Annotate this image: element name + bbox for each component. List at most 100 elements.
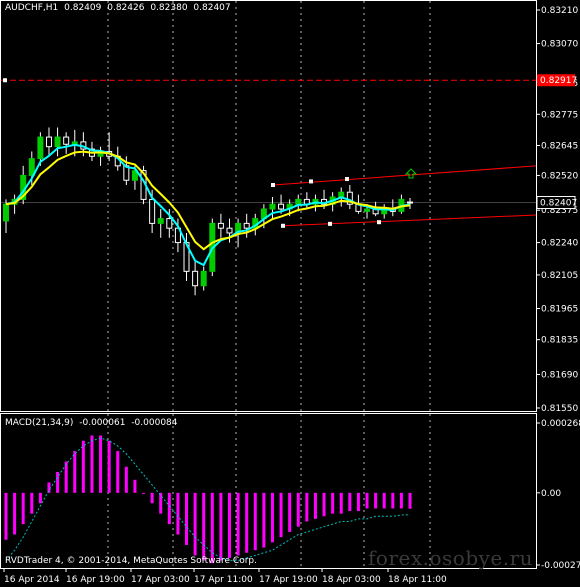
macd-bar	[64, 461, 68, 493]
macd-name: MACD(21,34,9)	[5, 418, 74, 428]
channel-point	[328, 221, 332, 226]
macd-bar	[305, 492, 309, 522]
macd-bar	[253, 492, 257, 551]
macd-bar	[391, 492, 395, 509]
price-axis: 0.832100.830700.829050.827750.826450.825…	[536, 6, 578, 414]
macd-bar	[167, 492, 171, 525]
macd-bar	[21, 492, 25, 525]
copyright-text: RVDTrader 4, © 2001-2014, MetaQuotes Sof…	[5, 556, 257, 566]
macd-bar	[30, 492, 34, 514]
macd-bar	[176, 492, 180, 535]
macd-bar	[142, 492, 146, 494]
watermark: forex.osobye.ru	[368, 546, 534, 570]
macd-bar	[133, 479, 137, 493]
channel-point	[281, 223, 285, 228]
time-axis: 16 Apr 2014 16 Apr 19:00 17 Apr 03:00 17 Ap…	[3, 568, 447, 585]
main-chart-frame	[0, 0, 537, 412]
open-value: 0.82409	[64, 3, 102, 13]
level-price-label: 0.82917	[540, 76, 577, 86]
macd-bar	[356, 492, 360, 512]
macd-main-value: -0.000061	[79, 418, 126, 428]
macd-bar	[236, 492, 240, 556]
macd-title: MACD(21,34,9) -0.000061 -0.000084	[5, 418, 181, 428]
time-label: 17 Apr 03:00	[131, 575, 190, 585]
macd-bar	[99, 435, 103, 493]
bear-candle	[192, 270, 199, 287]
macd-bar	[90, 435, 94, 493]
macd-bar	[365, 492, 369, 509]
level-marker	[3, 78, 7, 83]
bear-candle	[166, 218, 173, 229]
channel-lower-line	[282, 214, 537, 227]
candles	[3, 127, 413, 296]
bear-candle	[45, 136, 52, 148]
time-label: 16 Apr 2014	[4, 575, 60, 585]
time-label: 17 Apr 11:00	[194, 575, 253, 585]
price-label: 0.82775	[541, 110, 578, 120]
bull-candle	[269, 203, 276, 210]
bull-candle	[54, 136, 61, 148]
macd-bar	[73, 451, 77, 493]
bear-candle	[226, 227, 233, 234]
price-label: 0.82105	[541, 271, 578, 281]
current-price-label: 0.82407	[540, 199, 577, 209]
symbol-label: AUDCHF,H1	[5, 3, 59, 13]
macd-bar	[219, 492, 223, 561]
macd-bar	[322, 492, 326, 517]
bear-candle	[217, 222, 224, 229]
price-label: 0.82240	[541, 239, 578, 249]
bear-candle	[278, 203, 285, 210]
time-label: 17 Apr 19:00	[259, 575, 318, 585]
macd-label: 0.00	[541, 489, 561, 499]
macd-bar	[185, 492, 189, 545]
macd-axis: 0.000268 0.00 -0.000277	[536, 419, 580, 571]
macd-bar	[288, 492, 292, 532]
price-label: 0.83210	[541, 6, 578, 16]
macd-bar	[38, 492, 42, 504]
macd-bar	[408, 492, 412, 509]
macd-bar	[245, 492, 249, 553]
macd-signal-value: -0.000084	[131, 418, 178, 428]
macd-bar	[150, 492, 154, 504]
macd-bar	[159, 492, 163, 514]
macd-bar	[4, 492, 8, 540]
price-label: 0.81965	[541, 305, 578, 315]
macd-label: 0.000268	[541, 419, 580, 429]
macd-bar	[124, 466, 128, 493]
bull-candle	[157, 218, 164, 224]
macd-histogram	[4, 435, 412, 564]
macd-bar	[279, 492, 283, 538]
bull-candle	[37, 136, 44, 160]
macd-bar	[382, 492, 386, 509]
price-label: 0.81690	[541, 370, 578, 380]
chart-canvas[interactable]: 0.832100.830700.829050.827750.826450.825…	[0, 0, 580, 587]
price-label: 0.82645	[541, 141, 578, 151]
price-label: 0.81835	[541, 336, 578, 346]
time-label: 18 Apr 11:00	[388, 575, 447, 585]
macd-bar	[210, 492, 214, 564]
bull-candle	[200, 270, 207, 287]
channel-point	[271, 183, 275, 188]
bear-candle	[149, 198, 156, 224]
bear-candle	[63, 136, 70, 145]
price-label: 0.82520	[541, 171, 578, 181]
macd-bar	[313, 492, 317, 519]
price-channel[interactable]	[271, 165, 537, 228]
macd-label: -0.000277	[541, 561, 580, 571]
bull-candle	[3, 203, 9, 222]
macd-bar	[399, 492, 403, 509]
close-value: 0.82407	[193, 3, 231, 13]
bull-candle	[295, 198, 302, 205]
macd-bar	[348, 492, 352, 512]
time-grid	[107, 1, 431, 568]
bear-candle	[407, 201, 413, 204]
time-label: 18 Apr 03:00	[322, 575, 381, 585]
price-label: 0.81550	[541, 404, 578, 414]
bear-candle	[243, 222, 250, 229]
macd-bar	[374, 492, 378, 509]
up-arrow-icon	[404, 168, 418, 179]
high-value: 0.82426	[107, 3, 145, 13]
price-label: 0.83070	[541, 40, 578, 50]
channel-point	[345, 177, 349, 182]
macd-bar	[296, 492, 300, 527]
